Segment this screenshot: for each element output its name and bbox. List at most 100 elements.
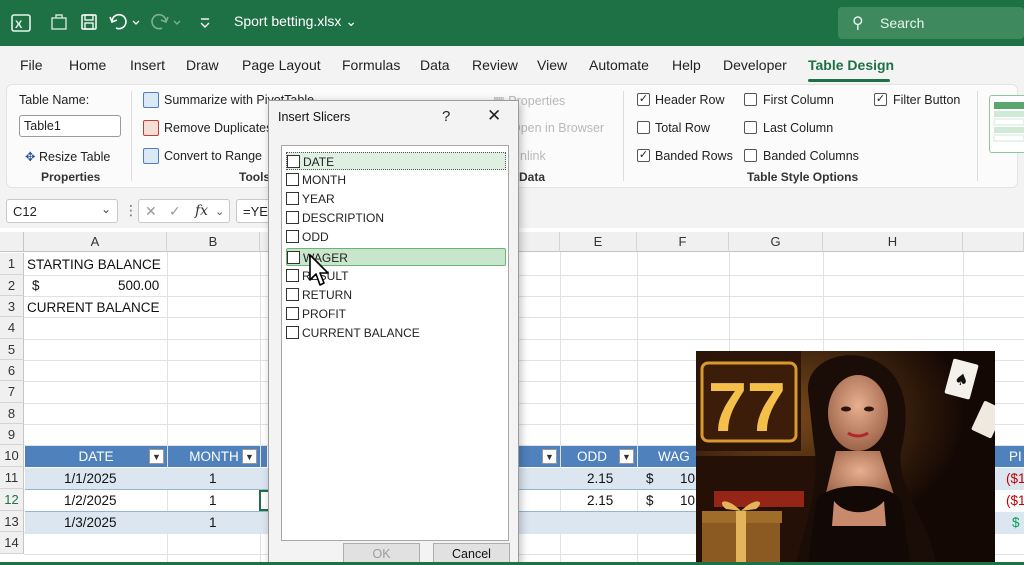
cell-profit-12[interactable]: ($1	[1006, 493, 1024, 508]
table-header-date[interactable]: DATE ▼	[25, 446, 167, 467]
slicer-option-month[interactable]: MONTH	[286, 171, 506, 189]
select-all-corner[interactable]	[0, 232, 24, 252]
checkbox[interactable]	[286, 230, 299, 243]
checkbox[interactable]	[286, 192, 299, 205]
slicer-option-description[interactable]: DESCRIPTION	[286, 209, 506, 227]
filter-dropdown-icon[interactable]: ▼	[149, 449, 164, 464]
tab-data[interactable]: Data	[420, 57, 450, 73]
column-header-b[interactable]: B	[167, 232, 260, 252]
column-header-g[interactable]: G	[729, 232, 823, 252]
cell-a2[interactable]: 500.00	[118, 278, 159, 293]
banded-columns-checkbox[interactable]	[744, 149, 757, 162]
confirm-icon[interactable]: ✓	[169, 203, 181, 220]
banded-rows-checkbox[interactable]: ✓	[637, 149, 650, 162]
insert-function-icon[interactable]: fx	[195, 203, 208, 219]
column-header-f[interactable]: F	[637, 232, 729, 252]
row-header-13[interactable]: 13	[0, 511, 24, 532]
help-icon[interactable]: ?	[442, 108, 450, 125]
row-header-7[interactable]: 7	[0, 381, 24, 403]
save-icon[interactable]	[78, 12, 100, 34]
checkbox[interactable]	[287, 155, 300, 168]
slicer-option-return[interactable]: RETURN	[286, 286, 506, 304]
table-style-gallery[interactable]	[989, 95, 1024, 153]
cell-date-13[interactable]: 1/3/2025	[64, 515, 117, 530]
cell-odd-12[interactable]: 2.15	[587, 493, 613, 508]
cell-wager-11[interactable]: 10	[680, 471, 695, 486]
tab-draw[interactable]: Draw	[186, 57, 219, 73]
row-header-11[interactable]: 11	[0, 467, 24, 489]
row-header-3[interactable]: 3	[0, 296, 24, 317]
filter-button-checkbox[interactable]: ✓	[874, 93, 887, 106]
cell-date-12[interactable]: 1/2/2025	[64, 493, 117, 508]
slicer-option-profit[interactable]: PROFIT	[286, 305, 506, 323]
checkbox[interactable]	[286, 211, 299, 224]
slicer-option-odd[interactable]: ODD	[286, 228, 506, 246]
redo-icon[interactable]	[150, 12, 184, 34]
cell-a1[interactable]: STARTING BALANCE	[27, 257, 161, 272]
first-column-checkbox[interactable]	[744, 93, 757, 106]
resize-table-button[interactable]: ✥ Resize Table	[25, 149, 110, 164]
cell-profit-13[interactable]: $	[1012, 515, 1020, 530]
table-header-profit[interactable]: PI	[995, 446, 1024, 467]
row-header-8[interactable]: 8	[0, 403, 24, 424]
column-header-e[interactable]: E	[560, 232, 637, 252]
tab-formulas[interactable]: Formulas	[342, 57, 400, 73]
slicer-option-date[interactable]: DATE	[286, 152, 506, 170]
row-header-14[interactable]: 14	[0, 532, 24, 554]
filter-dropdown-icon[interactable]: ▼	[619, 449, 634, 464]
column-header-i[interactable]	[963, 232, 1024, 252]
search-box[interactable]: ⚲ Search	[838, 7, 1024, 39]
autosave-icon[interactable]	[48, 12, 70, 34]
convert-to-range-button[interactable]: Convert to Range	[164, 149, 262, 163]
table-header-odd[interactable]: ODD ▼	[561, 446, 637, 467]
row-header-12[interactable]: 12	[0, 489, 24, 511]
close-icon[interactable]: ✕	[487, 106, 501, 126]
cell-month-11[interactable]: 1	[209, 471, 217, 486]
column-header-h[interactable]: H	[823, 232, 963, 252]
slicer-option-year[interactable]: YEAR	[286, 190, 506, 208]
checkbox[interactable]	[286, 288, 299, 301]
slicer-option-current-balance[interactable]: CURRENT BALANCE	[286, 324, 506, 342]
row-header-9[interactable]: 9	[0, 424, 24, 445]
row-header-10[interactable]: 10	[0, 445, 24, 467]
name-box[interactable]: C12 ⌄	[6, 199, 118, 223]
filter-dropdown-icon[interactable]: ▼	[542, 449, 557, 464]
cell-profit-11[interactable]: ($1	[1006, 471, 1024, 486]
checkbox[interactable]	[286, 326, 299, 339]
checkbox[interactable]	[286, 173, 299, 186]
tab-home[interactable]: Home	[69, 57, 106, 73]
row-header-2[interactable]: 2	[0, 275, 24, 296]
table-name-input[interactable]: Table1	[19, 115, 121, 137]
checkbox[interactable]	[286, 269, 299, 282]
tab-insert[interactable]: Insert	[130, 57, 165, 73]
table-header-description[interactable]: ▼	[519, 446, 560, 467]
cell-date-11[interactable]: 1/1/2025	[64, 471, 117, 486]
table-header-month[interactable]: MONTH ▼	[168, 446, 260, 467]
column-header-a[interactable]: A	[24, 232, 167, 252]
file-name[interactable]: Sport betting.xlsx ⌄	[234, 13, 357, 30]
last-column-checkbox[interactable]	[744, 121, 757, 134]
cell-wager-12[interactable]: 10	[680, 493, 695, 508]
table-header-wager[interactable]: WAG	[638, 446, 696, 467]
row-header-5[interactable]: 5	[0, 339, 24, 360]
row-header-1[interactable]: 1	[0, 253, 24, 275]
tab-file[interactable]: File	[20, 57, 43, 73]
tab-page-layout[interactable]: Page Layout	[242, 57, 321, 73]
open-in-browser-button[interactable]: Open in Browser	[511, 121, 604, 135]
tab-view[interactable]: View	[537, 57, 567, 73]
cell-month-12[interactable]: 1	[209, 493, 217, 508]
cell-a3[interactable]: CURRENT BALANCE	[27, 300, 160, 315]
filter-dropdown-icon[interactable]: ▼	[242, 449, 257, 464]
checkbox[interactable]	[286, 307, 299, 320]
row-header-6[interactable]: 6	[0, 360, 24, 381]
tab-table-design[interactable]: Table Design	[808, 57, 894, 73]
total-row-checkbox[interactable]	[637, 121, 650, 134]
table-header-year[interactable]	[261, 446, 267, 467]
tab-help[interactable]: Help	[672, 57, 701, 73]
tab-automate[interactable]: Automate	[589, 57, 649, 73]
header-row-checkbox[interactable]: ✓	[637, 93, 650, 106]
cancel-icon[interactable]: ✕	[145, 203, 157, 220]
customize-toolbar-icon[interactable]	[194, 12, 216, 34]
remove-duplicates-button[interactable]: Remove Duplicates	[164, 121, 272, 135]
undo-icon[interactable]	[108, 12, 142, 34]
